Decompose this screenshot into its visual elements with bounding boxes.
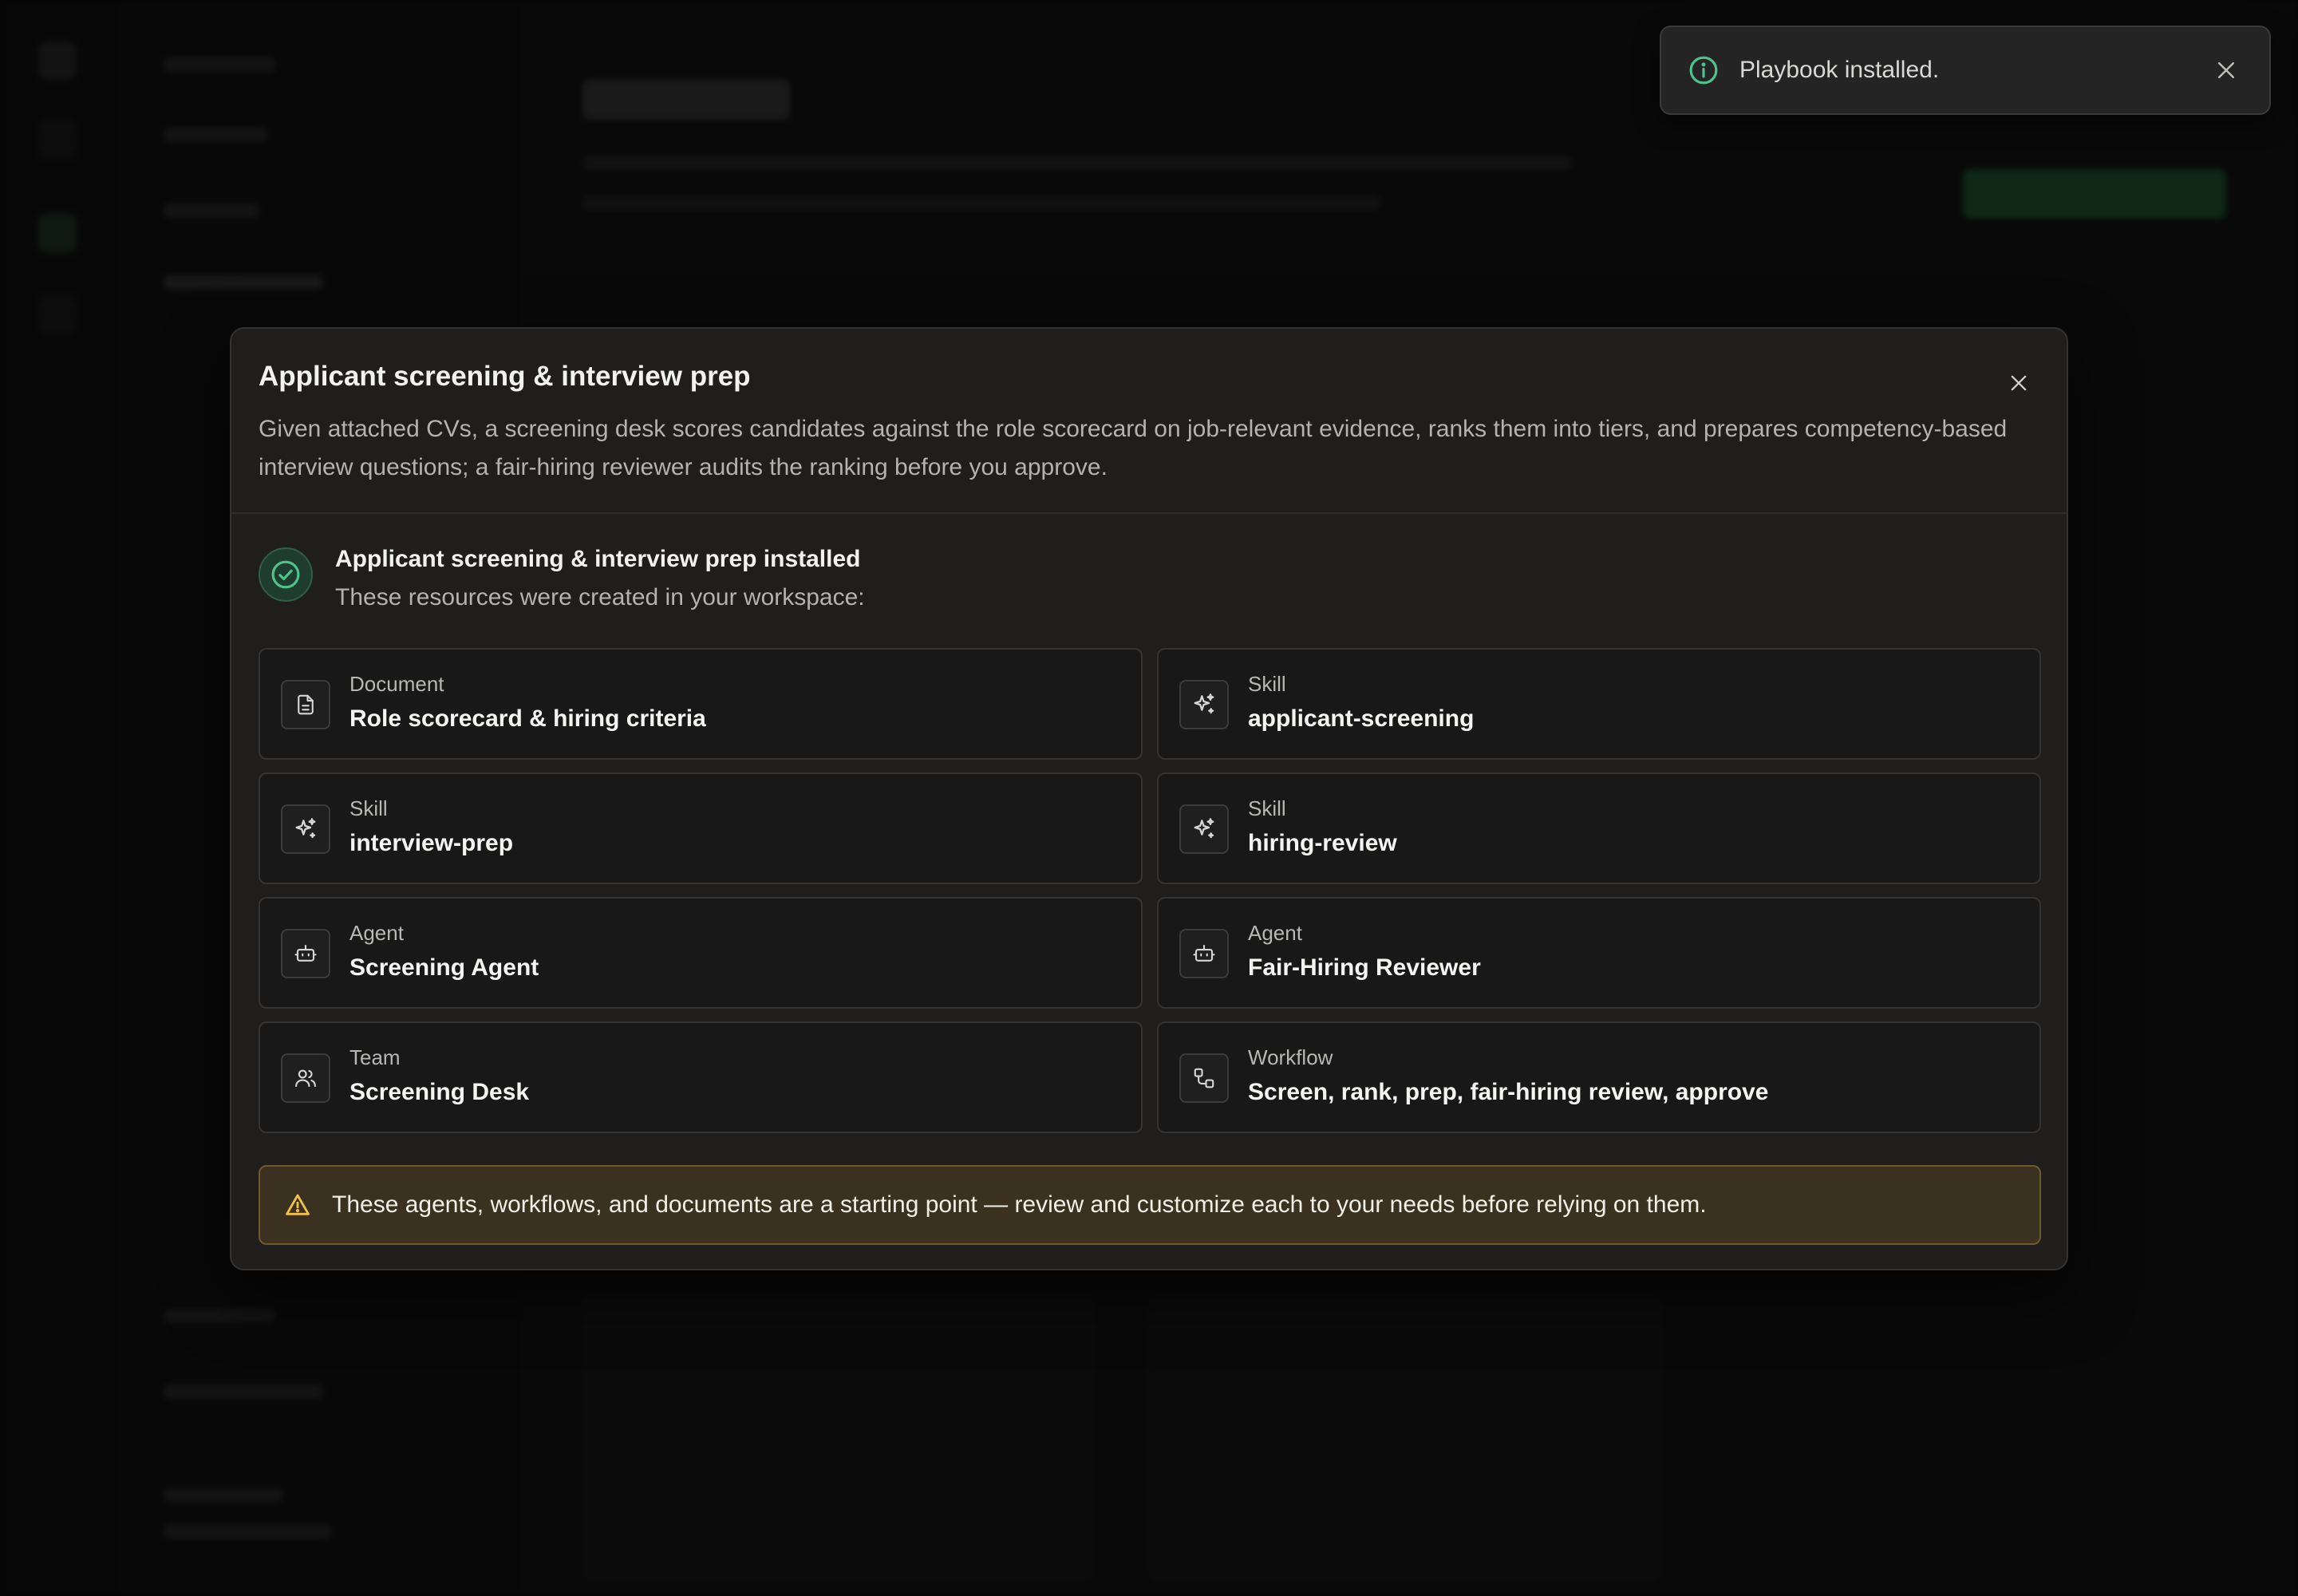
dialog-title: Applicant screening & interview prep — [259, 361, 751, 392]
resource-card-skill[interactable]: Skill hiring-review — [1157, 772, 2041, 884]
warning-icon — [284, 1191, 311, 1219]
resource-type: Skill — [349, 796, 388, 820]
resource-type: Team — [349, 1045, 401, 1069]
resource-type: Skill — [1248, 796, 1286, 820]
resource-card-skill[interactable]: Skill interview-prep — [259, 772, 1143, 884]
warning-text: These agents, workflows, and documents a… — [332, 1191, 1707, 1218]
resource-name: Screening Desk — [349, 1079, 530, 1105]
resource-card-workflow[interactable]: Workflow Screen, rank, prep, fair-hiring… — [1157, 1021, 2041, 1133]
info-icon — [1688, 55, 1719, 85]
workflow-icon — [1179, 1053, 1229, 1103]
resource-type: Workflow — [1248, 1045, 1333, 1069]
toast-notification: Playbook installed. — [1660, 26, 2271, 115]
warning-callout: These agents, workflows, and documents a… — [259, 1165, 2041, 1245]
document-icon — [281, 680, 330, 729]
resource-name: applicant-screening — [1248, 705, 1475, 732]
resource-card-skill[interactable]: Skill applicant-screening — [1157, 648, 2041, 760]
close-icon — [2011, 375, 2027, 391]
toast-close-button[interactable] — [2210, 54, 2242, 86]
install-success-banner: Applicant screening & interview prep ins… — [259, 539, 1376, 619]
dialog-header: Applicant screening & interview prep Giv… — [231, 329, 2067, 514]
resource-type: Agent — [349, 921, 404, 945]
resource-card-agent[interactable]: Agent Screening Agent — [259, 897, 1143, 1009]
dialog-close-button[interactable] — [1996, 361, 2041, 405]
resource-name: Fair-Hiring Reviewer — [1248, 954, 1481, 981]
resource-type: Skill — [1248, 672, 1286, 696]
resource-name: Screening Agent — [349, 954, 539, 981]
check-circle-icon — [259, 547, 313, 602]
playbook-installed-dialog: Applicant screening & interview prep Giv… — [230, 327, 2068, 1270]
close-icon — [2218, 62, 2234, 78]
resource-card-document[interactable]: Document Role scorecard & hiring criteri… — [259, 648, 1143, 760]
users-icon — [281, 1053, 330, 1103]
toast-message: Playbook installed. — [1739, 57, 1940, 83]
sparkles-icon — [281, 804, 330, 854]
dialog-description: Given attached CVs, a screening desk sco… — [259, 416, 2008, 480]
resource-card-agent[interactable]: Agent Fair-Hiring Reviewer — [1157, 897, 2041, 1009]
resource-name: Role scorecard & hiring criteria — [349, 705, 706, 732]
resource-card-team[interactable]: Team Screening Desk — [259, 1021, 1143, 1133]
resource-name: hiring-review — [1248, 830, 1397, 856]
sparkles-icon — [1179, 680, 1229, 729]
resource-name: Screen, rank, prep, fair-hiring review, … — [1248, 1079, 1769, 1105]
resource-type: Agent — [1248, 921, 1302, 945]
sparkles-icon — [1179, 804, 1229, 854]
resource-name: interview-prep — [349, 830, 514, 856]
success-subtitle: These resources were created in your wor… — [335, 584, 865, 610]
success-title: Applicant screening & interview prep ins… — [335, 546, 861, 572]
bot-icon — [1179, 929, 1229, 978]
bot-icon — [281, 929, 330, 978]
resource-type: Document — [349, 672, 444, 696]
